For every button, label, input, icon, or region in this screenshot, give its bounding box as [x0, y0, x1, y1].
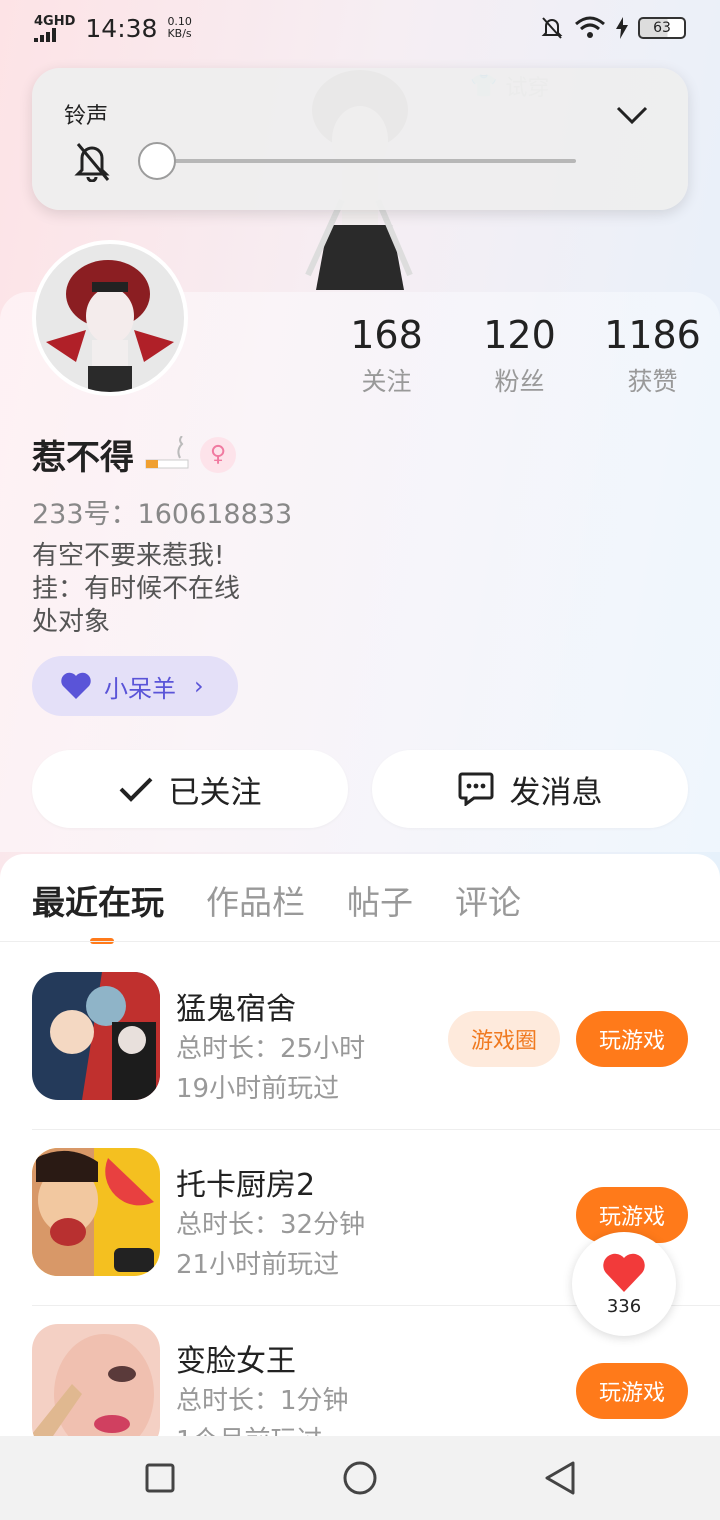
- tab-posts[interactable]: 帖子: [347, 876, 413, 944]
- tab-recent-playing[interactable]: 最近在玩: [32, 876, 164, 944]
- clock: 14:38: [85, 13, 158, 43]
- network-type: 4GHD: [34, 13, 76, 29]
- stat-value: 168: [350, 313, 423, 357]
- volume-slider[interactable]: [138, 142, 576, 180]
- game-duration: 总时长：1分钟: [176, 1386, 349, 1416]
- game-duration: 总时长：25小时: [176, 1034, 366, 1064]
- heart-icon: [603, 1253, 645, 1292]
- game-icon-ghost-dorm: [32, 972, 160, 1100]
- square-icon: [145, 1463, 175, 1493]
- network-indicator: 4GHD: [34, 15, 75, 42]
- bio: 有空不要来惹我! 挂：有时候不在线 处对象: [32, 540, 240, 639]
- system-nav-bar: [0, 1436, 720, 1520]
- game-icon-makeover-queen: [32, 1324, 160, 1452]
- chevron-right-icon: ›: [194, 672, 204, 700]
- stat-label: 关注: [361, 367, 412, 396]
- game-last-played: 19小时前玩过: [176, 1074, 340, 1104]
- signal-icon: [34, 27, 75, 42]
- send-message-button[interactable]: 发消息: [372, 750, 688, 828]
- chevron-down-icon[interactable]: [612, 96, 652, 136]
- avatar[interactable]: [32, 240, 188, 396]
- home-button[interactable]: [330, 1448, 390, 1508]
- bio-line: 挂：有时候不在线: [32, 574, 241, 604]
- tab-label: 作品栏: [206, 883, 305, 922]
- content-panel: 最近在玩 作品栏 帖子 评论 猛鬼宿舍 总时长：25小时 19小时前玩过 游戏圈…: [0, 854, 720, 1456]
- tab-bar: 最近在玩 作品栏 帖子 评论: [32, 876, 521, 944]
- like-button[interactable]: 336: [572, 1232, 676, 1336]
- user-id: 233号：160618833: [32, 499, 293, 530]
- net-speed: 0.10 KB/s: [167, 16, 192, 40]
- status-bar: 4GHD 14:38 0.10 KB/s 63: [0, 0, 720, 56]
- stat-followers[interactable]: 120 粉丝: [453, 312, 586, 398]
- followed-button[interactable]: 已关注: [32, 750, 348, 828]
- bell-muted-icon[interactable]: [72, 140, 112, 182]
- partner-label: 小呆羊: [104, 674, 176, 703]
- list-item[interactable]: 猛鬼宿舍 总时长：25小时 19小时前玩过 游戏圈 玩游戏: [32, 954, 720, 1130]
- stat-value: 120: [483, 313, 556, 357]
- recent-apps-button[interactable]: [130, 1448, 190, 1508]
- game-title: 猛鬼宿舍: [176, 992, 296, 1027]
- profile-stats: 168 关注 120 粉丝 1186 获赞: [320, 312, 720, 398]
- check-icon: [119, 777, 152, 802]
- play-game-button[interactable]: 玩游戏: [576, 1011, 688, 1067]
- game-duration: 总时长：32分钟: [176, 1210, 366, 1240]
- avatar-image: [36, 244, 184, 392]
- female-icon: ♀: [200, 436, 236, 473]
- slider-thumb[interactable]: [138, 142, 176, 180]
- bell-muted-icon: [541, 17, 563, 39]
- game-icon-toca-kitchen: [32, 1148, 160, 1276]
- battery-icon: 63: [638, 17, 686, 39]
- stat-likes[interactable]: 1186 获赞: [586, 312, 719, 398]
- divider: [0, 941, 720, 942]
- follow-label: 已关注: [168, 774, 262, 811]
- nickname-row: 惹不得 ♀: [32, 430, 236, 479]
- slider-track: [158, 159, 576, 163]
- heart-icon: [61, 672, 91, 699]
- nickname: 惹不得: [32, 438, 134, 478]
- play-game-button[interactable]: 玩游戏: [576, 1363, 688, 1419]
- stat-label: 获赞: [627, 367, 678, 396]
- charging-icon: [616, 17, 628, 39]
- bio-line: 有空不要来惹我!: [32, 541, 225, 571]
- tab-works[interactable]: 作品栏: [206, 876, 305, 944]
- bio-line: 处对象: [32, 607, 111, 637]
- battery-level: 63: [653, 20, 671, 36]
- like-count: 336: [606, 1295, 642, 1317]
- circle-icon: [343, 1461, 377, 1495]
- game-title: 变脸女王: [176, 1344, 296, 1379]
- back-button[interactable]: [530, 1448, 590, 1508]
- volume-panel: 铃声: [32, 68, 688, 210]
- stat-label: 粉丝: [494, 367, 545, 396]
- partner-tag[interactable]: 小呆羊 ›: [32, 656, 238, 716]
- tab-label: 最近在玩: [32, 883, 164, 922]
- tab-comments[interactable]: 评论: [455, 876, 521, 944]
- wifi-icon: [575, 16, 605, 38]
- game-title: 托卡厨房2: [176, 1168, 316, 1203]
- stat-value: 1186: [604, 313, 701, 357]
- tab-label: 帖子: [347, 883, 413, 922]
- volume-title: 铃声: [64, 104, 109, 129]
- game-circle-button[interactable]: 游戏圈: [448, 1011, 560, 1067]
- message-label: 发消息: [509, 774, 603, 811]
- cigarette-icon: [145, 435, 189, 468]
- game-last-played: 21小时前玩过: [176, 1250, 340, 1280]
- chat-bubble-icon: [458, 772, 493, 806]
- stat-following[interactable]: 168 关注: [320, 312, 453, 398]
- net-speed-unit: KB/s: [167, 27, 192, 40]
- tab-label: 评论: [455, 883, 521, 922]
- triangle-back-icon: [545, 1461, 575, 1495]
